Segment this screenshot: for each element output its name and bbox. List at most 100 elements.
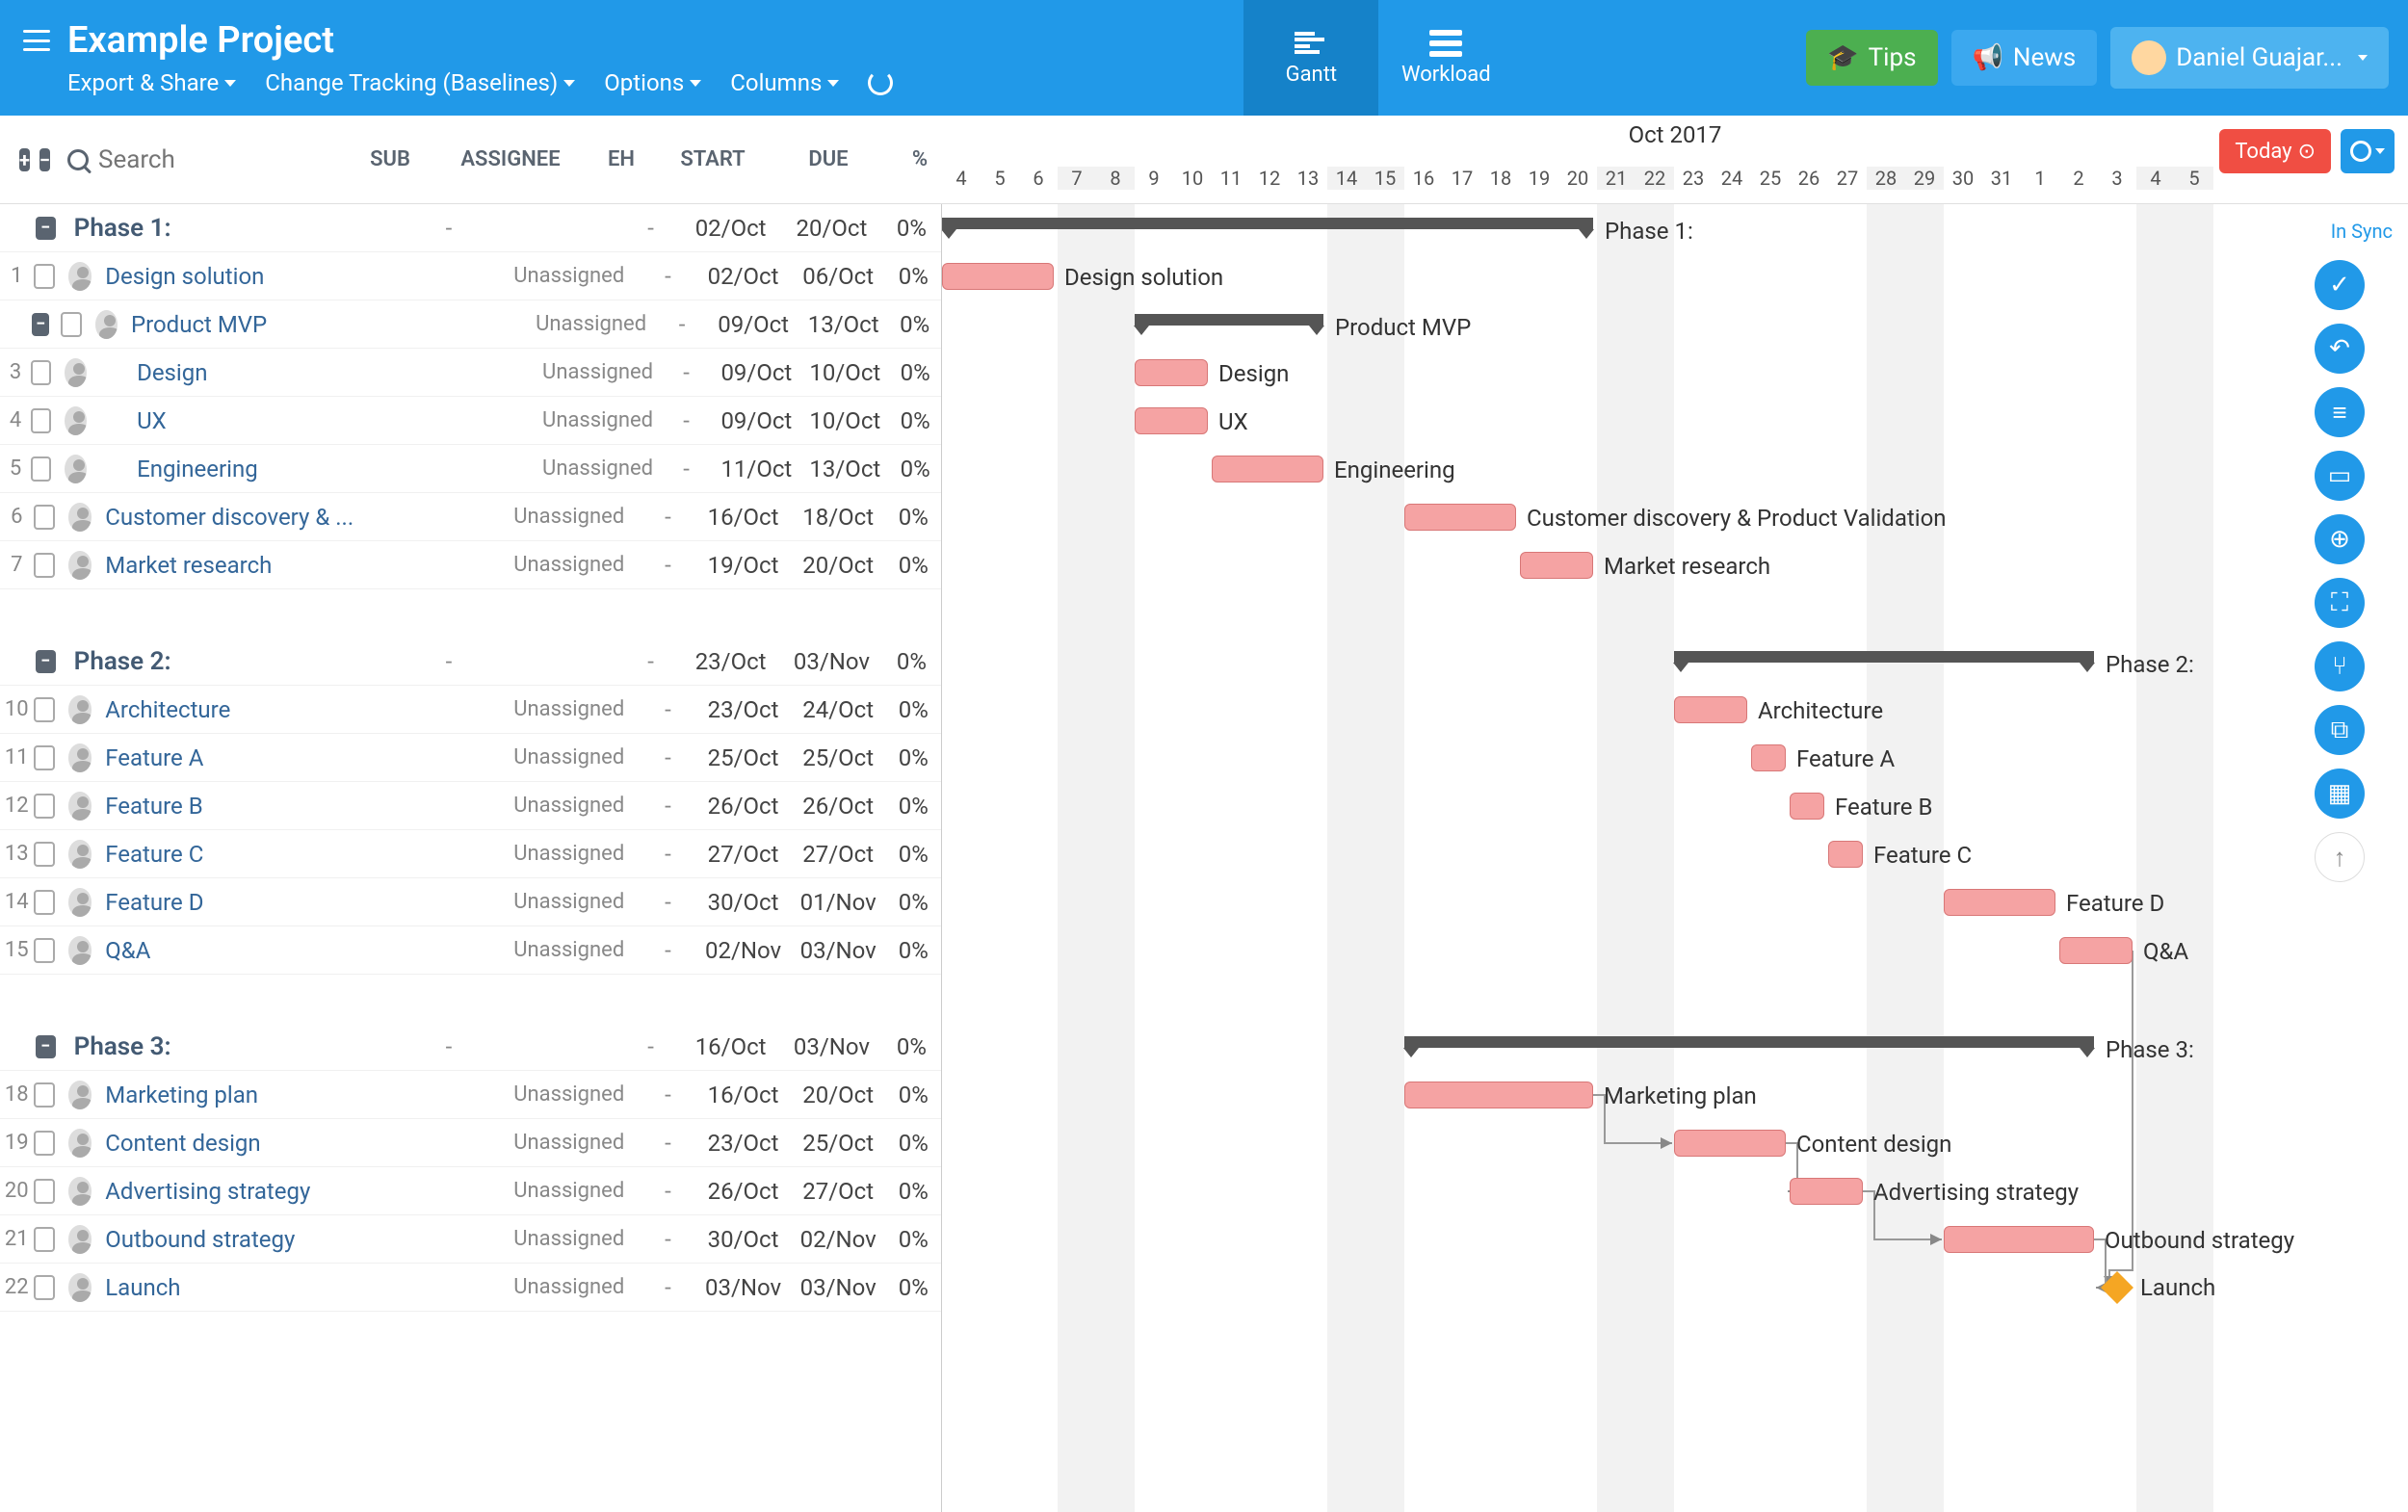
- settings-button[interactable]: [2341, 129, 2395, 173]
- task-name[interactable]: Design solution: [105, 263, 442, 290]
- map-button[interactable]: ▦: [2315, 769, 2365, 819]
- copy-button[interactable]: ⧉: [2315, 705, 2365, 755]
- task-bar[interactable]: Marketing plan: [1404, 1082, 1593, 1108]
- cell-assignee[interactable]: Unassigned: [513, 505, 640, 529]
- task-row[interactable]: 21Outbound strategyUnassigned-30/Oct02/N…: [0, 1215, 941, 1264]
- task-name[interactable]: Architecture: [105, 696, 442, 723]
- task-name[interactable]: Feature A: [105, 744, 442, 771]
- task-bar[interactable]: Advertising strategy: [1790, 1178, 1863, 1205]
- cell-assignee[interactable]: Unassigned: [513, 1179, 640, 1203]
- tips-button[interactable]: 🎓Tips: [1806, 30, 1937, 86]
- task-bar[interactable]: Feature A: [1751, 744, 1786, 771]
- assignee-icon[interactable]: [65, 358, 87, 387]
- task-name[interactable]: Feature C: [105, 841, 442, 868]
- task-checkbox[interactable]: [34, 1082, 55, 1108]
- milestone-marker[interactable]: [2101, 1271, 2133, 1304]
- phase-row[interactable]: −Phase 2:--23/Oct03/Nov0%: [0, 638, 941, 686]
- gantt-chart[interactable]: Phase 1:Design solutionProduct MVPDesign…: [942, 204, 2408, 1512]
- gantt-view-button[interactable]: Gantt: [1243, 0, 1378, 116]
- cell-assignee[interactable]: Unassigned: [513, 1275, 640, 1299]
- cell-assignee[interactable]: Unassigned: [542, 360, 661, 384]
- summary-bar[interactable]: Phase 3:: [1404, 1036, 2094, 1048]
- task-checkbox[interactable]: [34, 505, 55, 530]
- task-row[interactable]: 1Design solutionUnassigned-02/Oct06/Oct0…: [0, 252, 941, 300]
- task-name[interactable]: Marketing plan: [105, 1082, 442, 1108]
- cell-assignee[interactable]: Unassigned: [513, 794, 640, 818]
- cell-assignee[interactable]: Unassigned: [513, 553, 640, 577]
- task-checkbox[interactable]: [34, 745, 55, 770]
- summary-bar[interactable]: Phase 1:: [942, 218, 1593, 229]
- expand-all-button[interactable]: +: [19, 148, 30, 171]
- task-checkbox[interactable]: [34, 1227, 55, 1252]
- today-button[interactable]: Today⊙: [2219, 129, 2331, 173]
- collapse-all-button[interactable]: −: [39, 148, 50, 171]
- task-row[interactable]: 13Feature CUnassigned-27/Oct27/Oct0%: [0, 830, 941, 878]
- menu-icon[interactable]: [23, 30, 50, 51]
- assignee-icon[interactable]: [68, 936, 92, 965]
- cell-assignee[interactable]: Unassigned: [513, 1227, 640, 1251]
- branch-button[interactable]: ⑂: [2315, 641, 2365, 691]
- task-checkbox[interactable]: [61, 312, 81, 337]
- assignee-icon[interactable]: [68, 503, 92, 532]
- task-row[interactable]: 19Content designUnassigned-23/Oct25/Oct0…: [0, 1119, 941, 1167]
- assignee-icon[interactable]: [68, 1081, 92, 1109]
- task-name[interactable]: Advertising strategy: [105, 1178, 442, 1205]
- task-checkbox[interactable]: [34, 1179, 55, 1204]
- cell-assignee[interactable]: Unassigned: [513, 890, 640, 914]
- assignee-icon[interactable]: [68, 888, 92, 917]
- task-bar[interactable]: UX: [1135, 407, 1208, 434]
- export-share-menu[interactable]: Export & Share: [67, 69, 236, 96]
- task-bar[interactable]: Design: [1135, 359, 1208, 386]
- collapse-button[interactable]: −: [36, 217, 56, 240]
- cell-assignee[interactable]: Unassigned: [513, 938, 640, 962]
- assignee-icon[interactable]: [95, 310, 118, 339]
- task-row[interactable]: −Product MVPUnassigned-09/Oct13/Oct0%: [0, 300, 941, 349]
- cell-assignee[interactable]: Unassigned: [513, 1082, 640, 1107]
- collapse-button[interactable]: −: [32, 313, 50, 336]
- task-row[interactable]: 20Advertising strategyUnassigned-26/Oct2…: [0, 1167, 941, 1215]
- assignee-icon[interactable]: [68, 743, 92, 772]
- task-row[interactable]: 7Market researchUnassigned-19/Oct20/Oct0…: [0, 541, 941, 589]
- cell-assignee[interactable]: Unassigned: [536, 312, 656, 336]
- assignee-icon[interactable]: [68, 792, 92, 821]
- assignee-icon[interactable]: [68, 262, 92, 291]
- options-menu[interactable]: Options: [604, 69, 701, 96]
- cell-assignee[interactable]: Unassigned: [513, 264, 640, 288]
- task-name[interactable]: Phase 1:: [74, 214, 411, 243]
- ruler-button[interactable]: ▭: [2315, 451, 2365, 501]
- task-row[interactable]: 4UXUnassigned-09/Oct10/Oct0%: [0, 397, 941, 445]
- task-row[interactable]: 11Feature AUnassigned-25/Oct25/Oct0%: [0, 734, 941, 782]
- task-bar[interactable]: Feature C: [1828, 841, 1863, 868]
- task-checkbox[interactable]: [34, 890, 55, 915]
- task-bar[interactable]: Architecture: [1674, 696, 1747, 723]
- task-row[interactable]: 15Q&AUnassigned-02/Nov03/Nov0%: [0, 926, 941, 975]
- task-name[interactable]: Phase 3:: [74, 1032, 411, 1061]
- user-menu[interactable]: Daniel Guajar...: [2110, 27, 2389, 89]
- assignee-icon[interactable]: [65, 455, 87, 483]
- change-tracking-menu[interactable]: Change Tracking (Baselines): [265, 69, 575, 96]
- task-bar[interactable]: Feature B: [1790, 793, 1824, 820]
- task-bar[interactable]: Q&A: [2059, 937, 2133, 964]
- task-name[interactable]: Customer discovery & ...: [105, 504, 442, 531]
- task-name[interactable]: Phase 2:: [74, 647, 411, 676]
- phase-row[interactable]: −Phase 3:--16/Oct03/Nov0%: [0, 1023, 941, 1071]
- task-bar[interactable]: Design solution: [942, 263, 1054, 290]
- task-bar[interactable]: Feature D: [1944, 889, 2055, 916]
- task-name[interactable]: Design: [100, 359, 476, 386]
- task-row[interactable]: 6Customer discovery & ...Unassigned-16/O…: [0, 493, 941, 541]
- task-name[interactable]: Feature B: [105, 793, 442, 820]
- news-button[interactable]: 📢News: [1951, 30, 2098, 86]
- task-name[interactable]: Market research: [105, 552, 442, 579]
- task-bar[interactable]: Outbound strategy: [1944, 1226, 2094, 1253]
- cell-assignee[interactable]: Unassigned: [542, 408, 661, 432]
- collapse-button[interactable]: −: [36, 1035, 56, 1058]
- cell-assignee[interactable]: Unassigned: [513, 745, 640, 769]
- assignee-icon[interactable]: [68, 1177, 92, 1206]
- collapse-button[interactable]: −: [36, 650, 56, 673]
- workload-view-button[interactable]: Workload: [1378, 0, 1513, 116]
- task-row[interactable]: 14Feature DUnassigned-30/Oct01/Nov0%: [0, 878, 941, 926]
- task-name[interactable]: Launch: [105, 1274, 442, 1301]
- task-bar[interactable]: Customer discovery & Product Validation: [1404, 504, 1516, 531]
- task-name[interactable]: UX: [100, 407, 476, 434]
- refresh-button[interactable]: [868, 69, 893, 96]
